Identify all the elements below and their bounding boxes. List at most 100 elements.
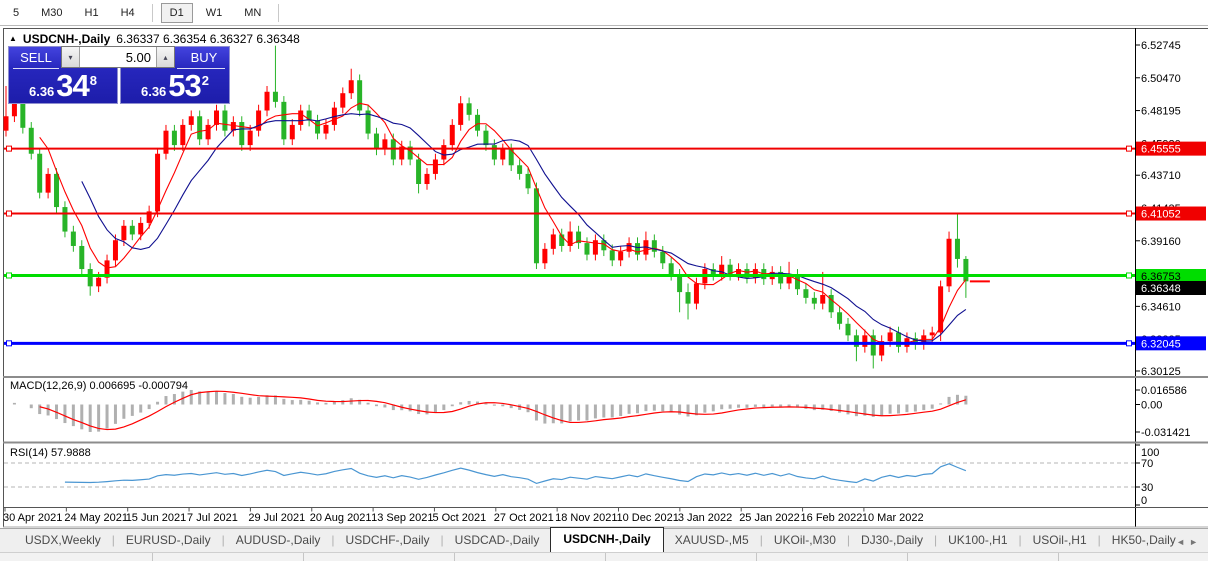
tab-dj30-daily[interactable]: DJ30-,Daily	[850, 529, 934, 552]
sell-price-big: 34	[56, 68, 89, 103]
hline-handle	[6, 210, 12, 217]
tab-scroll-left-icon[interactable]: ◄	[1176, 537, 1189, 547]
hline-handle	[6, 340, 12, 347]
tab-ukoil-m30[interactable]: UKOil-,M30	[763, 529, 847, 552]
axis-label-current-price: 6.36348	[1136, 281, 1206, 295]
tab-usdx-weekly[interactable]: USDX,Weekly	[14, 529, 112, 552]
tab-uk100-h1[interactable]: UK100-,H1	[937, 529, 1018, 552]
buy-price: 6.36 53 2	[121, 68, 229, 103]
hline-handle	[1126, 340, 1132, 347]
timeframe-button-m30[interactable]: M30	[32, 3, 71, 23]
volume-decrease-button[interactable]: ▾	[62, 47, 80, 67]
svg-text:16 Feb 2022: 16 Feb 2022	[801, 512, 863, 524]
svg-text:0.00: 0.00	[1141, 400, 1162, 412]
buy-price-big: 53	[168, 68, 201, 103]
tab-usoil-h1[interactable]: USOil-,H1	[1022, 529, 1098, 552]
chart-header: ▲ USDCNH-,Daily 6.36337 6.36354 6.36327 …	[9, 32, 300, 46]
svg-text:7 Jul 2021: 7 Jul 2021	[187, 512, 238, 524]
svg-text:6.48195: 6.48195	[1141, 106, 1181, 118]
svg-text:20 Aug 2021: 20 Aug 2021	[310, 512, 372, 524]
rsi-indicator-label: RSI(14) 57.9888	[10, 447, 91, 459]
svg-text:30 Apr 2021: 30 Apr 2021	[3, 512, 62, 524]
svg-text:6.34610: 6.34610	[1141, 301, 1181, 313]
volume-input[interactable]: 5.00	[80, 47, 156, 67]
sell-underline	[13, 68, 59, 69]
strip-divider	[907, 553, 908, 561]
svg-text:25 Jan 2022: 25 Jan 2022	[739, 512, 800, 524]
buy-price-small: 6.36	[140, 84, 167, 99]
sell-price-small: 6.36	[28, 84, 55, 99]
svg-text:5 Oct 2021: 5 Oct 2021	[432, 512, 486, 524]
buy-button[interactable]: BUY	[179, 50, 229, 65]
svg-text:24 May 2021: 24 May 2021	[64, 512, 128, 524]
svg-text:13 Sep 2021: 13 Sep 2021	[371, 512, 433, 524]
svg-text:10 Mar 2022: 10 Mar 2022	[862, 512, 924, 524]
tab-hk50-daily[interactable]: HK50-,Daily	[1101, 529, 1187, 552]
sell-price-sup: 8	[89, 73, 98, 88]
volume-increase-button[interactable]: ▴	[156, 47, 174, 67]
chart-ohlc-values: 6.36337 6.36354 6.36327 6.36348	[116, 32, 300, 46]
svg-text:6.36348: 6.36348	[1141, 283, 1181, 295]
svg-text:29 Jul 2021: 29 Jul 2021	[248, 512, 305, 524]
strip-divider	[454, 553, 455, 561]
mt4-window: 6.527456.504706.481956.459206.437106.414…	[0, 0, 1208, 561]
svg-text:6.52745: 6.52745	[1141, 40, 1181, 52]
svg-text:6.45555: 6.45555	[1141, 144, 1181, 156]
hline-handle	[1126, 145, 1132, 152]
timeframe-button-w1[interactable]: W1	[197, 3, 232, 23]
svg-text:6.41052: 6.41052	[1141, 209, 1181, 221]
timeframe-button-h1[interactable]: H1	[76, 3, 108, 23]
volume-stepper: ▾ 5.00 ▴	[61, 46, 175, 68]
strip-divider	[756, 553, 757, 561]
axis-label-support-blue: 6.32045	[1136, 336, 1206, 351]
tab-xauusd-m5[interactable]: XAUUSD-,M5	[664, 529, 760, 552]
timeframe-button-h4[interactable]: H4	[112, 3, 144, 23]
tab-scroll-arrows[interactable]: ◄►	[1176, 537, 1202, 547]
tab-audusd-daily[interactable]: AUDUSD-,Daily	[225, 529, 332, 552]
strip-divider	[605, 553, 606, 561]
svg-text:6.50470: 6.50470	[1141, 73, 1181, 85]
chart-tabs-bar: USDX,Weekly | EURUSD-,Daily | AUDUSD-,Daily |…	[0, 527, 1208, 552]
axis-label-resistance-2: 6.41052	[1136, 206, 1206, 221]
hline-handle	[6, 272, 12, 279]
svg-text:3 Jan 2022: 3 Jan 2022	[678, 512, 732, 524]
svg-text:10 Dec 2021: 10 Dec 2021	[617, 512, 679, 524]
toolbar-separator	[151, 3, 153, 22]
timeframe-button-mn[interactable]: MN	[235, 3, 270, 23]
svg-text:0: 0	[1141, 495, 1147, 507]
timeframe-button-d1[interactable]: D1	[160, 2, 193, 23]
svg-text:15 Jun 2021: 15 Jun 2021	[126, 512, 187, 524]
timeframe-button-5[interactable]: 5	[4, 3, 28, 23]
tab-usdchf-daily[interactable]: USDCHF-,Daily	[335, 529, 441, 552]
tab-scroll-right-icon[interactable]: ►	[1189, 537, 1202, 547]
hline-handle	[1126, 210, 1132, 217]
svg-text:6.32045: 6.32045	[1141, 338, 1181, 350]
svg-text:18 Nov 2021: 18 Nov 2021	[555, 512, 617, 524]
hline-handle	[6, 145, 12, 152]
svg-text:70: 70	[1141, 458, 1153, 470]
svg-text:27 Oct 2021: 27 Oct 2021	[494, 512, 554, 524]
macd-indicator-label: MACD(12,26,9) 0.006695 -0.000794	[10, 380, 188, 392]
strip-divider	[303, 553, 304, 561]
svg-text:6.43710: 6.43710	[1141, 170, 1181, 182]
axis-label-resistance-1: 6.45555	[1136, 141, 1206, 156]
tab-usdcad-daily[interactable]: USDCAD-,Daily	[444, 529, 551, 552]
svg-text:-0.031421: -0.031421	[1141, 427, 1191, 439]
status-strip	[0, 552, 1208, 561]
tab-eurusd-daily[interactable]: EURUSD-,Daily	[115, 529, 222, 552]
strip-divider	[152, 553, 153, 561]
one-click-trade-panel: SELL 6.36 34 8 BUY 6.36 53 2 ▾ 5.00 ▴	[8, 46, 230, 104]
strip-divider	[1058, 553, 1059, 561]
svg-text:30: 30	[1141, 482, 1153, 494]
svg-text:6.30125: 6.30125	[1141, 366, 1181, 378]
tab-usdcnh-daily[interactable]: USDCNH-,Daily	[550, 527, 664, 552]
collapse-triangle-icon[interactable]: ▲	[9, 35, 17, 43]
chart-symbol-title: USDCNH-,Daily	[22, 32, 111, 46]
svg-text:0.016586: 0.016586	[1141, 385, 1187, 397]
buy-price-sup: 2	[201, 73, 210, 88]
svg-text:6.39160: 6.39160	[1141, 236, 1181, 248]
sell-button[interactable]: SELL	[11, 50, 61, 65]
axis-label-support-green: 6.36753	[1136, 269, 1206, 283]
toolbar-separator	[278, 3, 280, 22]
sell-price: 6.36 34 8	[9, 68, 117, 103]
